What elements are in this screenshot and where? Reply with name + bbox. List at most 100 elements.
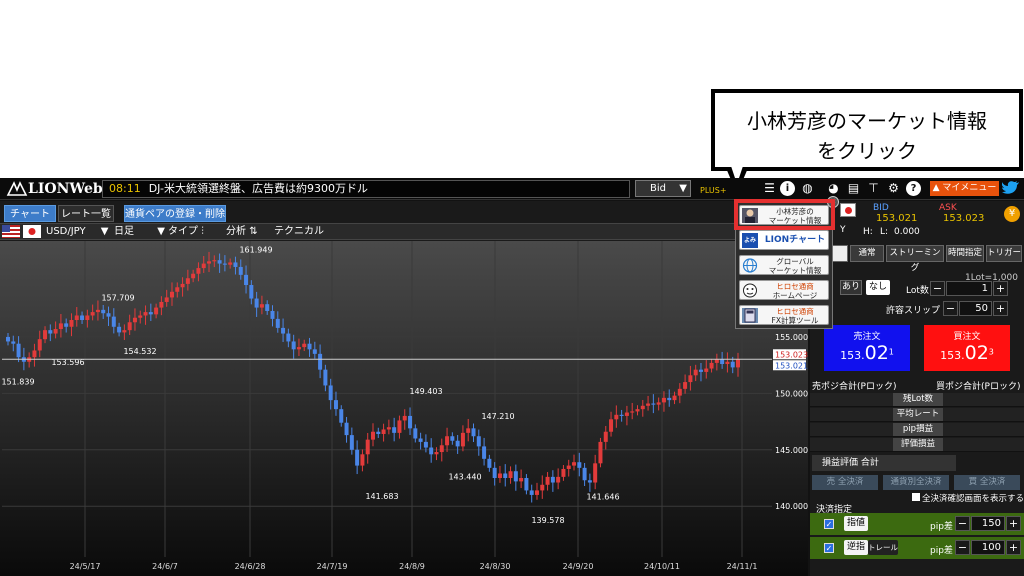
toggle-on[interactable]: あり	[840, 280, 862, 295]
buy-order-button[interactable]: 買注文 153.023	[924, 325, 1010, 371]
limit-minus-button[interactable]: −	[955, 516, 970, 531]
slip-input[interactable]: 50	[959, 301, 992, 316]
sell-label: 売注文	[853, 332, 881, 342]
ask-price-tag: 153.023	[775, 350, 808, 359]
app-logo: LIONWeb	[6, 180, 103, 198]
candle-body	[651, 403, 656, 405]
candle-body	[74, 315, 79, 320]
price-annotation: 141.683	[365, 492, 398, 501]
flag-icons	[2, 225, 42, 238]
buy-price: 153.023	[940, 342, 994, 364]
limit-row: ✓ 指値 pip差 − 150 +	[810, 513, 1024, 535]
bid-price-tag: 153.021	[775, 361, 808, 370]
candle-body	[709, 362, 714, 369]
candle-body	[69, 320, 74, 327]
menu-item-global-market[interactable]: グローバル マーケット情報	[739, 255, 829, 275]
tab-normal[interactable]: 通常	[850, 245, 884, 262]
slip-plus-button[interactable]: +	[993, 301, 1008, 316]
candle-body	[191, 273, 196, 279]
candle-body	[418, 438, 423, 442]
lot-label: Lot数	[906, 286, 929, 296]
gear-icon[interactable]: ⚙	[886, 181, 901, 196]
candle-body	[672, 395, 677, 401]
candle-body	[460, 432, 465, 447]
news-ticker[interactable]: 08:11 DJ-米大統領選終盤、広告費は約9300万ドル	[102, 180, 630, 198]
limit-checkbox[interactable]: ✓	[824, 519, 834, 529]
tab-time[interactable]: 時間指定	[946, 245, 984, 262]
bid-label: BID	[873, 203, 889, 213]
sell-close-all-button[interactable]: 売 全決済	[812, 475, 878, 490]
ask-value: 153.023	[943, 213, 985, 224]
buy-close-all-button[interactable]: 買 全決済	[954, 475, 1020, 490]
candle-body	[497, 473, 502, 478]
limit-pip-input[interactable]: 150	[971, 516, 1005, 531]
candle-body	[85, 315, 90, 320]
my-menu-button[interactable]: ▲ マイメニュー	[930, 181, 999, 196]
limit-plus-button[interactable]: +	[1006, 516, 1021, 531]
sell-order-button[interactable]: 売注文 153.021	[824, 325, 910, 371]
menu-item-fx-calc[interactable]: ヒロセ通商 FX計算ツール	[739, 305, 829, 325]
candle-body	[265, 304, 270, 311]
info-icon[interactable]: i	[780, 181, 795, 196]
confirm-checkbox[interactable]	[912, 493, 920, 501]
candle-body	[529, 490, 534, 495]
lot-input[interactable]: 1	[946, 281, 992, 296]
candle-body	[32, 350, 37, 358]
stop-checkbox[interactable]: ✓	[824, 543, 834, 553]
candle-body	[233, 262, 238, 267]
candle-body	[408, 415, 413, 429]
price-annotation: 147.210	[481, 412, 514, 421]
candlestick-chart[interactable]: 140.000 145.000 150.000 155.000 24/5/17 24/6/…	[0, 241, 808, 576]
tab-streaming[interactable]: ストリーミング	[886, 245, 944, 273]
tab-chart[interactable]: チャート	[4, 205, 56, 222]
yen-icon[interactable]: ¥	[1004, 206, 1020, 222]
pin-icon[interactable]: ⊤	[866, 181, 881, 196]
candle-body	[122, 330, 127, 333]
globe-search-icon[interactable]: ◍	[800, 181, 815, 196]
stop-button[interactable]: 逆指	[844, 540, 868, 555]
lot-minus-button[interactable]: −	[930, 281, 945, 296]
pair-register-button[interactable]: 通貨ペアの登録・削除	[124, 205, 226, 222]
menu-item-line2: FX計算ツール	[771, 315, 819, 325]
help-icon[interactable]: ?	[906, 181, 921, 196]
stop-pip-input[interactable]: 100	[971, 540, 1005, 555]
stop-plus-button[interactable]: +	[1006, 540, 1021, 555]
technical-button[interactable]: テクニカル	[274, 224, 324, 239]
currency-pair-select[interactable]: USD/JPY ▼	[46, 224, 109, 239]
candle-body	[508, 471, 513, 478]
my-menu-label: マイメニュー	[942, 183, 997, 193]
stop-minus-button[interactable]: −	[955, 540, 970, 555]
trail-button[interactable]: トレール	[868, 540, 898, 555]
news-time: 08:11	[109, 182, 141, 195]
pair-close-all-button[interactable]: 通貨別全決済	[883, 475, 949, 490]
plus-menu-button[interactable]: PLUS+	[700, 183, 727, 198]
menu-item-homepage[interactable]: ヒロセ通商 ホームページ	[739, 280, 829, 300]
menu-item-line2: マーケット情報	[768, 265, 822, 275]
period-select[interactable]: 日足 ▼	[114, 224, 165, 239]
tab-rate-list[interactable]: レート一覧	[58, 205, 114, 222]
toggle-off[interactable]: なし	[866, 280, 890, 295]
twitter-icon[interactable]	[1001, 180, 1020, 197]
candle-body	[720, 359, 725, 365]
slip-minus-button[interactable]: −	[943, 301, 958, 316]
news-headline: DJ-米大統領選終盤、広告費は約9300万ドル	[148, 182, 368, 195]
candle-body	[302, 343, 307, 348]
candle-body	[281, 327, 286, 334]
candle-body	[714, 359, 719, 363]
price-annotation: 157.709	[101, 293, 134, 302]
instruction-callout: 小林芳彦のマーケット情報 をクリック	[711, 89, 1023, 171]
menu-item-lion-chart[interactable]: よみ LIONチャート	[739, 230, 829, 250]
candle-body	[11, 341, 16, 344]
tab-trigger[interactable]: トリガー	[986, 245, 1022, 262]
limit-button[interactable]: 指値	[844, 516, 868, 531]
pie-chart-icon[interactable]: ◕	[826, 181, 841, 196]
analysis-button[interactable]: 分析 ⇅	[226, 224, 258, 239]
menu-bars-icon[interactable]: ☰	[762, 181, 777, 196]
candle-body	[524, 478, 529, 491]
lot-plus-button[interactable]: +	[993, 281, 1008, 296]
price-type-select[interactable]: Bid ▼	[635, 180, 691, 197]
type-button[interactable]: タイプ ⫶	[168, 224, 204, 239]
candle-body	[455, 440, 460, 447]
price-annotation: 151.839	[1, 378, 34, 387]
news-icon[interactable]: ▤	[846, 181, 861, 196]
